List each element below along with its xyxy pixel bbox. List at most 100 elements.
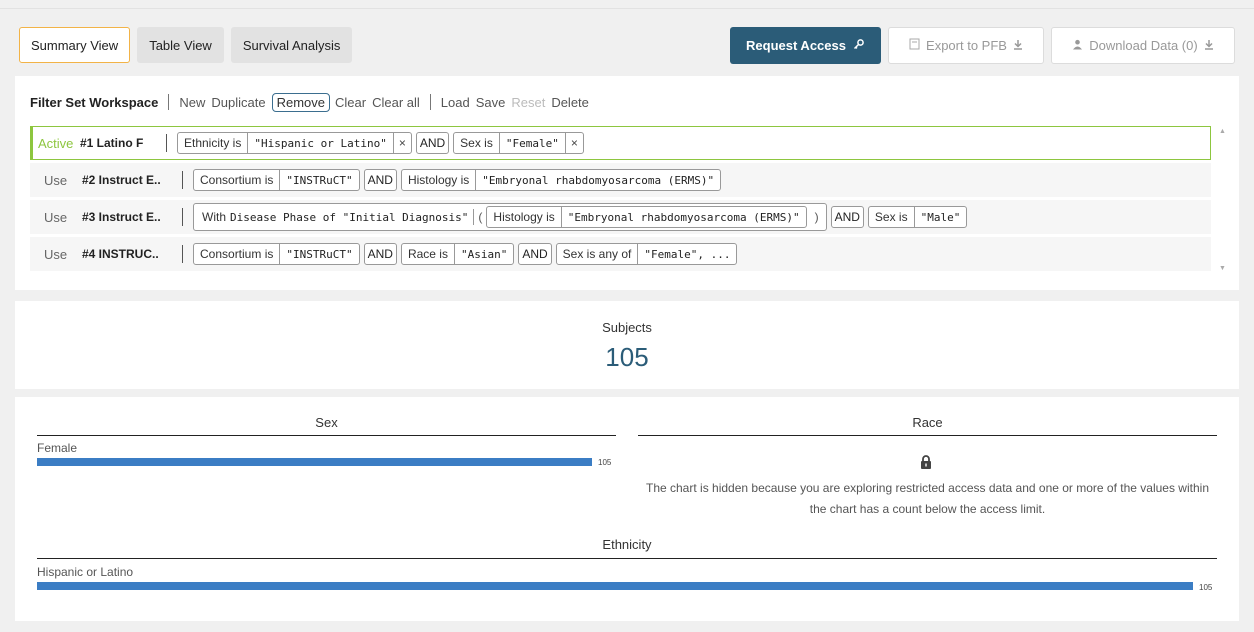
file-icon [909,38,920,53]
subjects-summary: Subjects 105 [15,301,1239,389]
use-link[interactable]: Use [44,247,82,262]
and-combinator: AND [363,243,397,265]
filter-pill: Sex is any of "Female", ... [555,243,738,265]
subjects-count: 105 [605,342,649,372]
close-icon[interactable]: × [564,133,583,153]
filter-set-status: Active [38,135,74,151]
export-pfb-label: Export to PFB [926,38,1007,53]
filter-key: Histology is [493,210,555,224]
with-label: With [202,210,226,224]
clear-all-link[interactable]: Clear all [372,95,420,110]
filter-value: "Embryonal rhabdomyosarcoma (ERMS)" [560,207,806,227]
divider [182,171,183,189]
filter-set-name: #2 Instruct E.. [82,173,161,187]
filter-set-workspace: Filter Set Workspace New Duplicate Remov… [15,76,1239,290]
load-link[interactable]: Load [441,95,470,110]
bar [37,458,592,466]
tab-survival-analysis[interactable]: Survival Analysis [230,27,353,63]
ethnicity-chart-rule [37,558,1217,559]
remove-link[interactable]: Remove [271,92,331,112]
clear-link[interactable]: Clear [335,95,366,110]
race-chart-title: Race [912,415,943,430]
and-combinator: AND [518,243,552,265]
delete-link[interactable]: Delete [551,95,589,110]
sex-chart-title: Sex [315,415,338,430]
filter-pill[interactable]: Ethnicity is "Hispanic or Latino" × [177,132,412,154]
race-chart-rule [638,435,1217,436]
use-link[interactable]: Use [44,210,82,225]
divider [429,94,431,110]
use-link[interactable]: Use [44,173,82,188]
divider [473,209,475,225]
filter-value: "INSTRuCT" [279,170,358,190]
close-icon[interactable]: × [392,133,411,153]
bar-value: 105 [598,458,612,467]
filter-key: Histology is [407,173,470,187]
bar-value: 105 [1199,583,1213,592]
tab-summary-view[interactable]: Summary View [19,27,131,63]
filter-pill: Histology is "Embryonal rhabdomyosarcoma… [486,206,807,228]
filter-value: "Female", ... [637,244,736,264]
and-combinator[interactable]: AND [415,132,450,154]
filter-set-row[interactable]: Use #4 INSTRUC.. Consortium is "INSTRuCT… [30,237,1211,271]
filter-pill: Histology is "Embryonal rhabdomyosarcoma… [400,169,722,191]
new-link[interactable]: New [179,95,205,110]
filter-set-row[interactable]: Use #3 Instruct E.. With Disease Phase o… [30,200,1211,234]
filter-pill[interactable]: Sex is "Female" × [453,132,584,154]
reset-link: Reset [511,94,546,110]
export-pfb-button[interactable]: Export to PFB [888,27,1044,64]
divider [168,94,170,110]
and-combinator: AND [830,206,864,228]
with-condition: Disease Phase of "Initial Diagnosis" [230,210,469,224]
filter-set-row[interactable]: Use #2 Instruct E.. Consortium is "INSTR… [30,163,1211,197]
top-divider [0,8,1254,9]
key-icon [853,38,865,53]
filter-value: "Asian" [453,244,513,264]
tab-table-view[interactable]: Table View [137,27,224,63]
chevron-down-icon[interactable]: ▼ [1219,265,1226,272]
filter-pill: Race is "Asian" [400,243,515,265]
workspace-title: Filter Set Workspace [30,94,159,110]
filter-set-name: #3 Instruct E.. [82,210,161,224]
filter-value: "Embryonal rhabdomyosarcoma (ERMS)" [475,170,720,190]
and-combinator: AND [363,169,397,191]
workspace-toolbar: Filter Set Workspace New Duplicate Remov… [30,90,595,114]
request-access-label: Request Access [746,38,846,53]
filter-pill: Consortium is "INSTRuCT" [193,169,360,191]
request-access-button[interactable]: Request Access [730,27,881,64]
composed-filter: With Disease Phase of "Initial Diagnosis… [193,203,827,231]
lock-icon [920,455,932,472]
filter-key: Consortium is [200,173,274,187]
filter-key: Race is [407,247,448,261]
divider [182,245,183,263]
bar-label: Female [37,441,78,455]
view-tabs: Summary View Table View Survival Analysi… [19,27,353,63]
filter-key: Ethnicity is [184,136,242,150]
save-link[interactable]: Save [476,95,506,110]
filter-pill: Sex is "Male" [867,206,968,228]
divider [166,134,167,152]
chevron-up-icon[interactable]: ▲ [1219,128,1226,135]
download-data-button[interactable]: Download Data (0) [1051,27,1235,64]
sex-chart-rule [37,435,616,436]
subjects-label: Subjects [602,320,652,335]
open-paren: ( [478,210,483,224]
filter-key: Consortium is [200,247,274,261]
filter-key: Sex is [460,136,493,150]
filter-value: "Male" [913,207,967,227]
duplicate-link[interactable]: Duplicate [211,95,265,110]
download-data-label: Download Data (0) [1089,38,1198,53]
filter-set-row[interactable]: Active #1 Latino F Ethnicity is "Hispani… [30,126,1211,160]
filter-set-list: Active #1 Latino F Ethnicity is "Hispani… [30,126,1211,274]
download-icon [1204,38,1214,53]
filter-value: "Hispanic or Latino" [247,133,392,153]
filter-pill: Consortium is "INSTRuCT" [193,243,360,265]
ethnicity-chart-title: Ethnicity [602,537,652,552]
filter-set-name: #1 Latino F [80,136,144,150]
filter-key: Sex is [874,210,908,224]
bar-label: Hispanic or Latino [37,565,134,579]
filter-set-scrollbar[interactable]: ▲ ▼ [1215,126,1233,274]
filter-value: "Female" [498,133,565,153]
filter-key: Sex is any of [562,247,632,261]
divider [182,208,183,226]
